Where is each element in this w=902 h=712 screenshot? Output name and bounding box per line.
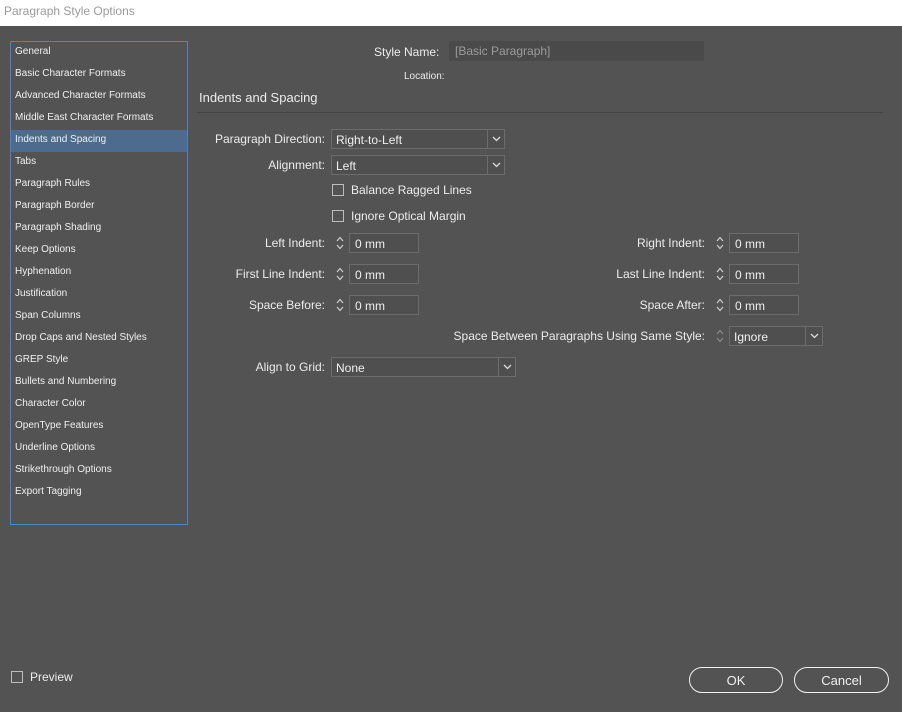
left-indent-label: Left Indent: — [264, 236, 325, 250]
space-before-stepper-icon[interactable] — [333, 296, 347, 314]
preview-checkbox[interactable] — [11, 671, 23, 683]
ok-button[interactable]: OK — [689, 667, 783, 693]
space-between-value: Ignore — [734, 330, 769, 344]
cancel-button[interactable]: Cancel — [794, 667, 889, 693]
sidebar-item-grep-style[interactable]: GREP Style — [11, 350, 187, 372]
sidebar-item-paragraph-border[interactable]: Paragraph Border — [11, 196, 187, 218]
alignment-dropdown[interactable]: Left — [331, 155, 505, 175]
sidebar-item-paragraph-rules[interactable]: Paragraph Rules — [11, 174, 187, 196]
last-line-indent-label: Last Line Indent: — [616, 267, 705, 281]
sidebar-item-justification[interactable]: Justification — [11, 284, 187, 306]
sidebar-item-opentype-features[interactable]: OpenType Features — [11, 416, 187, 438]
space-between-stepper-icon[interactable] — [713, 327, 727, 345]
chevron-down-icon — [498, 358, 515, 376]
sidebar-item-underline-options[interactable]: Underline Options — [11, 438, 187, 460]
align-to-grid-label: Align to Grid: — [255, 360, 325, 374]
sidebar-item-keep-options[interactable]: Keep Options — [11, 240, 187, 262]
first-line-indent-stepper-icon[interactable] — [333, 265, 347, 283]
space-before-label: Space Before: — [248, 298, 325, 312]
alignment-value: Left — [336, 159, 357, 173]
ignore-optical-margin-checkbox[interactable] — [332, 210, 344, 222]
category-list[interactable]: General Basic Character Formats Advanced… — [10, 41, 188, 525]
section-divider — [197, 112, 883, 113]
sidebar-item-paragraph-shading[interactable]: Paragraph Shading — [11, 218, 187, 240]
right-indent-stepper-icon[interactable] — [713, 234, 727, 252]
sidebar-item-basic-character-formats[interactable]: Basic Character Formats — [11, 64, 187, 86]
left-indent-input[interactable]: 0 mm — [349, 233, 419, 253]
chevron-down-icon — [487, 130, 504, 148]
last-line-indent-stepper-icon[interactable] — [713, 265, 727, 283]
right-indent-label: Right Indent: — [636, 236, 705, 250]
align-to-grid-dropdown[interactable]: None — [331, 357, 516, 377]
space-between-label: Space Between Paragraphs Using Same Styl… — [453, 329, 705, 343]
location-label: Location: — [404, 71, 445, 82]
sidebar-item-bullets-and-numbering[interactable]: Bullets and Numbering — [11, 372, 187, 394]
preview-label: Preview — [30, 670, 73, 684]
chevron-down-icon — [487, 156, 504, 174]
left-indent-stepper-icon[interactable] — [333, 234, 347, 252]
first-line-indent-label: First Line Indent: — [235, 267, 325, 281]
paragraph-direction-value: Right-to-Left — [336, 133, 403, 147]
paragraph-direction-label: Paragraph Direction: — [214, 132, 325, 146]
sidebar-item-character-color[interactable]: Character Color — [11, 394, 187, 416]
first-line-indent-input[interactable]: 0 mm — [349, 264, 419, 284]
space-between-dropdown[interactable]: Ignore — [729, 326, 823, 346]
space-after-label: Space After: — [639, 298, 705, 312]
sidebar-item-strikethrough-options[interactable]: Strikethrough Options — [11, 460, 187, 482]
chevron-down-icon — [805, 327, 822, 345]
sidebar-item-general[interactable]: General — [11, 42, 187, 64]
sidebar-item-export-tagging[interactable]: Export Tagging — [11, 482, 187, 504]
ignore-optical-margin-label: Ignore Optical Margin — [351, 209, 466, 223]
style-name-field[interactable]: [Basic Paragraph] — [449, 41, 704, 61]
sidebar-item-tabs[interactable]: Tabs — [11, 152, 187, 174]
last-line-indent-input[interactable]: 0 mm — [729, 264, 799, 284]
sidebar-item-drop-caps-and-nested-styles[interactable]: Drop Caps and Nested Styles — [11, 328, 187, 350]
sidebar-item-middle-east-character-formats[interactable]: Middle East Character Formats — [11, 108, 187, 130]
alignment-label: Alignment: — [268, 158, 325, 172]
balance-ragged-lines-checkbox[interactable] — [332, 184, 344, 196]
space-after-stepper-icon[interactable] — [713, 296, 727, 314]
space-before-input[interactable]: 0 mm — [349, 295, 419, 315]
align-to-grid-value: None — [336, 361, 365, 375]
section-title: Indents and Spacing — [199, 90, 318, 105]
style-name-label: Style Name: — [374, 45, 440, 59]
space-after-input[interactable]: 0 mm — [729, 295, 799, 315]
sidebar-item-advanced-character-formats[interactable]: Advanced Character Formats — [11, 86, 187, 108]
balance-ragged-lines-label: Balance Ragged Lines — [351, 183, 472, 197]
sidebar-item-hyphenation[interactable]: Hyphenation — [11, 262, 187, 284]
paragraph-direction-dropdown[interactable]: Right-to-Left — [331, 129, 505, 149]
window-title: Paragraph Style Options — [0, 0, 902, 26]
sidebar-item-indents-and-spacing[interactable]: Indents and Spacing — [11, 130, 187, 152]
right-indent-input[interactable]: 0 mm — [729, 233, 799, 253]
sidebar-item-span-columns[interactable]: Span Columns — [11, 306, 187, 328]
